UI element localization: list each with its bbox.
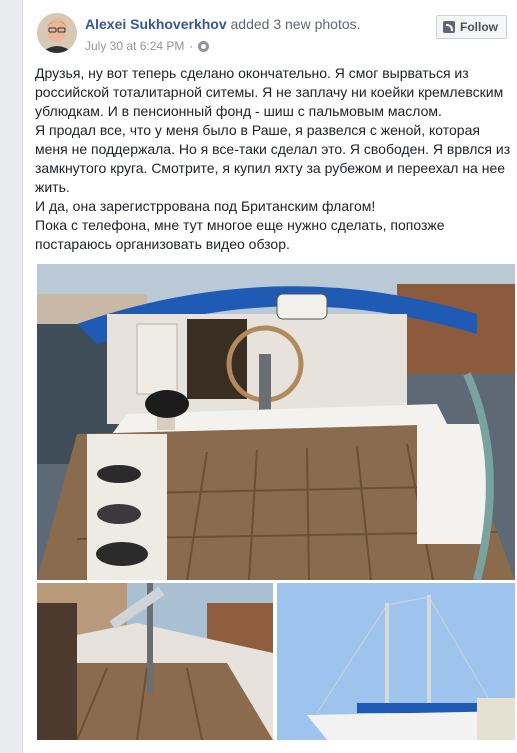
post-meta: July 30 at 6:24 PM ·	[85, 39, 210, 53]
meta-separator: ·	[189, 39, 194, 53]
post-paragraph: Я продал все, что у меня было в Раше, я …	[35, 122, 511, 195]
rss-icon	[443, 21, 455, 33]
globe-icon[interactable]	[198, 40, 210, 52]
post-paragraph: Друзья, ну вот теперь сделано окончатель…	[35, 65, 504, 119]
post-action: added 3 new photos.	[230, 16, 361, 32]
post-paragraph: Пока с телефона, мне тут многое еще нужн…	[35, 217, 445, 252]
post-card: Alexei Sukhoverkhov added 3 new photos. …	[22, 0, 517, 753]
post-paragraph: И да, она зарегистррована под Британским…	[35, 198, 376, 214]
follow-label: Follow	[460, 20, 498, 34]
photo-yacht-masts[interactable]	[277, 583, 515, 740]
photo-yacht-cockpit[interactable]	[37, 264, 515, 580]
photo-yacht-deck[interactable]	[37, 583, 273, 740]
author-name[interactable]: Alexei Sukhoverkhov	[85, 16, 227, 32]
post-header: Alexei Sukhoverkhov added 3 new photos. …	[37, 10, 507, 60]
post-timestamp[interactable]: July 30 at 6:24 PM	[85, 39, 184, 53]
follow-button[interactable]: Follow	[436, 15, 507, 39]
post-text: Друзья, ну вот теперь сделано окончатель…	[35, 64, 513, 254]
author-line: Alexei Sukhoverkhov added 3 new photos.	[85, 16, 361, 32]
avatar[interactable]	[37, 13, 77, 53]
